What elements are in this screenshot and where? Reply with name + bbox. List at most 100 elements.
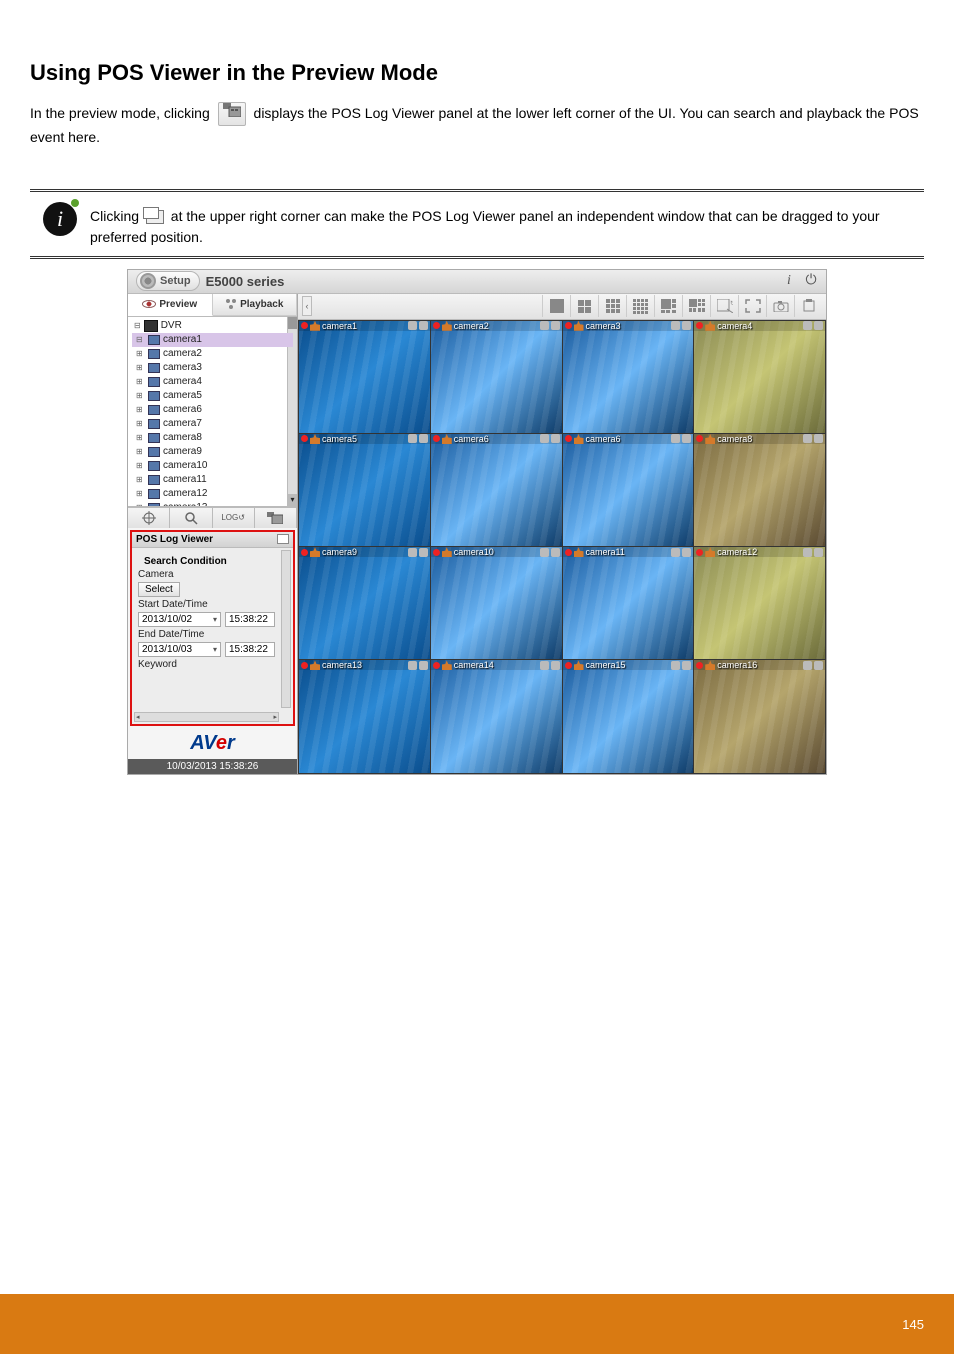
recording-icon	[301, 662, 308, 669]
recording-icon	[433, 435, 440, 442]
camera-cell[interactable]: camera4	[694, 321, 825, 433]
tab-playback[interactable]: Playback	[213, 294, 298, 316]
tree-item-camera10[interactable]: camera10	[132, 459, 293, 473]
end-date-field[interactable]: 2013/10/03▾	[138, 642, 221, 657]
info-icon: i	[43, 202, 77, 236]
speaker-icon	[682, 434, 691, 443]
camera-cell[interactable]: camera5	[299, 434, 430, 546]
tab-preview[interactable]: Preview	[128, 294, 213, 316]
camera-cell[interactable]: camera3	[563, 321, 694, 433]
camera-overlay: camera15	[563, 660, 694, 670]
speaker-icon	[551, 321, 560, 330]
info-button[interactable]: i	[782, 273, 796, 289]
view-4x4[interactable]	[626, 295, 654, 317]
tree-item-camera3[interactable]: camera3	[132, 361, 293, 375]
camera-overlay: camera3	[563, 321, 694, 331]
view-fullscreen[interactable]	[738, 295, 766, 317]
tree-item-camera11[interactable]: camera11	[132, 473, 293, 487]
tree-item-label: camera10	[163, 459, 207, 473]
camera-cell[interactable]: camera14	[431, 660, 562, 772]
mic-icon	[671, 434, 680, 443]
camera-cell[interactable]: camera16	[694, 660, 825, 772]
mic-icon	[803, 548, 812, 557]
pos-detach-icon[interactable]	[277, 534, 289, 544]
view-1-7[interactable]	[682, 295, 710, 317]
mic-icon	[540, 661, 549, 670]
end-time-field[interactable]: 15:38:22	[225, 642, 275, 657]
recording-icon	[433, 322, 440, 329]
pos-scrollbar[interactable]	[281, 550, 291, 708]
camera-cell[interactable]: camera2	[431, 321, 562, 433]
camera-grid: camera1camera2camera3camera4camera5camer…	[298, 320, 826, 774]
camera-icon	[148, 419, 160, 429]
tree-item-label: camera3	[163, 361, 202, 375]
camera-overlay: camera16	[694, 660, 825, 670]
camera-overlay-right	[803, 321, 823, 330]
search-condition-label: Search Condition	[138, 552, 275, 567]
recording-icon	[565, 662, 572, 669]
camera-cell[interactable]: camera13	[299, 660, 430, 772]
camera-overlay-right	[408, 321, 428, 330]
camera-label: camera4	[717, 321, 752, 331]
view-2x2[interactable]	[570, 295, 598, 317]
camera-overlay-right	[408, 661, 428, 670]
tree-item-camera12[interactable]: camera12	[132, 487, 293, 501]
speaker-icon	[682, 321, 691, 330]
camera-icon	[148, 433, 160, 443]
start-date-field[interactable]: 2013/10/02▾	[138, 612, 221, 627]
view-1x1[interactable]	[542, 295, 570, 317]
speaker-icon	[551, 434, 560, 443]
camera-tree[interactable]: ▾ ⊟ DVR camera1camera2camera3camera4came…	[128, 317, 297, 507]
pos-horizontal-scrollbar[interactable]: ◂▸	[134, 712, 279, 722]
camera-overlay-right	[803, 434, 823, 443]
tree-item-camera1[interactable]: camera1	[132, 333, 293, 347]
power-button[interactable]: ⏻	[804, 273, 818, 289]
camera-cell[interactable]: camera6	[431, 434, 562, 546]
tree-item-camera8[interactable]: camera8	[132, 431, 293, 445]
camera-overlay-right	[540, 434, 560, 443]
view-autoscan[interactable]: ↻	[710, 295, 738, 317]
mic-icon	[803, 661, 812, 670]
view-snapshot[interactable]	[766, 295, 794, 317]
setup-button[interactable]: Setup	[136, 271, 200, 291]
camera-cell[interactable]: camera9	[299, 547, 430, 659]
start-time-field[interactable]: 15:38:22	[225, 612, 275, 627]
tree-item-camera5[interactable]: camera5	[132, 389, 293, 403]
intro-paragraph: In the preview mode, clicking displays t…	[30, 102, 924, 149]
mic-icon	[408, 434, 417, 443]
tree-root-dvr[interactable]: ⊟ DVR	[132, 319, 293, 333]
camera-cell[interactable]: camera10	[431, 547, 562, 659]
collapse-sidebar-button[interactable]: ‹	[302, 296, 312, 316]
mic-icon	[408, 321, 417, 330]
page-footer: 145	[0, 1294, 954, 1354]
tree-item-label: camera8	[163, 431, 202, 445]
camera-icon	[148, 489, 160, 499]
pos-title: POS Log Viewer	[136, 534, 213, 545]
tree-item-camera6[interactable]: camera6	[132, 403, 293, 417]
tool-ptz[interactable]	[128, 508, 170, 528]
tree-item-camera13[interactable]: camera13	[132, 501, 293, 507]
tool-pos-viewer[interactable]	[255, 508, 297, 528]
tree-item-camera4[interactable]: camera4	[132, 375, 293, 389]
start-date-value: 2013/10/02	[142, 614, 192, 625]
tree-item-camera9[interactable]: camera9	[132, 445, 293, 459]
camera-cell[interactable]: camera12	[694, 547, 825, 659]
view-record[interactable]	[794, 295, 822, 317]
camera-overlay: camera14	[431, 660, 562, 670]
tree-item-camera7[interactable]: camera7	[132, 417, 293, 431]
camera-cell[interactable]: camera1	[299, 321, 430, 433]
view-3x3[interactable]	[598, 295, 626, 317]
camera-cell[interactable]: camera11	[563, 547, 694, 659]
tool-log[interactable]: LOG↺	[213, 508, 255, 528]
camera-cell[interactable]: camera8	[694, 434, 825, 546]
tree-item-camera2[interactable]: camera2	[132, 347, 293, 361]
left-panel: Preview Playback ▾ ⊟	[128, 294, 298, 774]
speaker-icon	[682, 548, 691, 557]
tree-item-label: camera9	[163, 445, 202, 459]
speaker-icon	[419, 434, 428, 443]
camera-select-button[interactable]: Select	[138, 582, 180, 597]
camera-cell[interactable]: camera15	[563, 660, 694, 772]
tool-search[interactable]	[170, 508, 212, 528]
view-1-5[interactable]	[654, 295, 682, 317]
camera-cell[interactable]: camera6	[563, 434, 694, 546]
